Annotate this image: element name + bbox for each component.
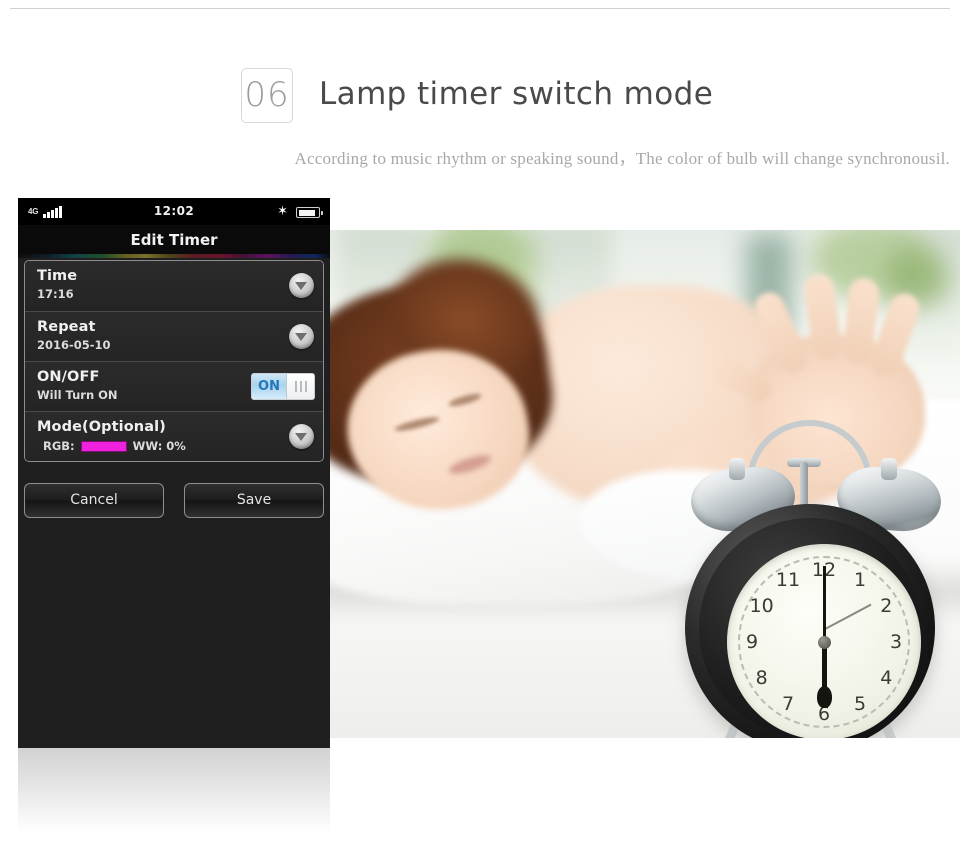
clock-numeral: 11 (775, 568, 801, 591)
row-time[interactable]: Time 17:16 (25, 261, 323, 311)
panel-fade-strip (18, 748, 330, 833)
app-title: Edit Timer (18, 225, 330, 255)
clock-numeral: 3 (889, 631, 903, 653)
clock-hour-hand (817, 642, 832, 708)
timer-settings-list: Time 17:16 Repeat 2016-05-10 ON/OFF Will… (24, 260, 324, 462)
page-header: 06 Lamp timer switch mode According to m… (0, 33, 960, 168)
row-time-value: 17:16 (37, 287, 74, 301)
chevron-down-icon[interactable] (289, 324, 314, 349)
clock-numeral: 1 (853, 568, 867, 591)
clock-rim: 121234567891011 (699, 518, 921, 738)
battery-icon (296, 207, 323, 218)
phone-app-screenshot: 4G 12:02 ✶ Edit Timer Time 17:16 Repeat … (18, 198, 330, 748)
clock-numeral: 5 (853, 693, 867, 716)
page-subtitle: According to music rhythm or speaking so… (294, 149, 950, 168)
action-buttons: Cancel Save (24, 483, 324, 518)
status-bar: 4G 12:02 ✶ (18, 198, 330, 225)
bedroom-photo: 121234567891011 (330, 230, 960, 738)
clock-numeral: 2 (880, 595, 893, 617)
toggle-knob[interactable] (286, 374, 314, 399)
clock-numeral: 8 (755, 667, 768, 689)
rgb-label: RGB: (43, 439, 75, 453)
page-title: Lamp timer switch mode (319, 76, 714, 112)
clock-center-cap (818, 636, 831, 649)
chevron-down-icon[interactable] (289, 424, 314, 449)
clock-body: 121234567891011 (685, 504, 935, 738)
clock-minute-hand (823, 566, 826, 644)
row-mode[interactable]: Mode(Optional) RGB: WW: 0% (25, 411, 323, 461)
row-onoff[interactable]: ON/OFF Will Turn ON ON (25, 361, 323, 411)
top-divider (10, 8, 950, 9)
row-mode-label: Mode(Optional) (37, 419, 166, 435)
bell-knob (729, 458, 745, 480)
clock-numeral: 4 (880, 667, 893, 689)
row-time-label: Time (37, 268, 78, 284)
bell-knob (881, 458, 897, 480)
row-repeat-label: Repeat (37, 319, 96, 335)
cancel-button[interactable]: Cancel (24, 483, 164, 518)
onoff-toggle-switch[interactable]: ON (251, 373, 315, 400)
section-number-badge: 06 (241, 68, 293, 123)
toggle-on-label: ON (252, 374, 286, 399)
clock-numeral: 7 (781, 693, 795, 716)
clock-numeral: 9 (745, 631, 759, 653)
row-repeat[interactable]: Repeat 2016-05-10 (25, 311, 323, 361)
rgb-color-swatch[interactable] (80, 440, 127, 452)
rainbow-divider (18, 254, 330, 258)
save-button[interactable]: Save (184, 483, 324, 518)
row-mode-value: RGB: WW: 0% (37, 439, 311, 453)
chevron-down-icon[interactable] (289, 273, 314, 298)
clock-face: 121234567891011 (727, 544, 921, 738)
row-repeat-value: 2016-05-10 (37, 338, 111, 352)
clock-numeral: 10 (749, 595, 774, 617)
bluetooth-icon: ✶ (277, 203, 288, 218)
ww-label: WW: 0% (132, 439, 186, 453)
